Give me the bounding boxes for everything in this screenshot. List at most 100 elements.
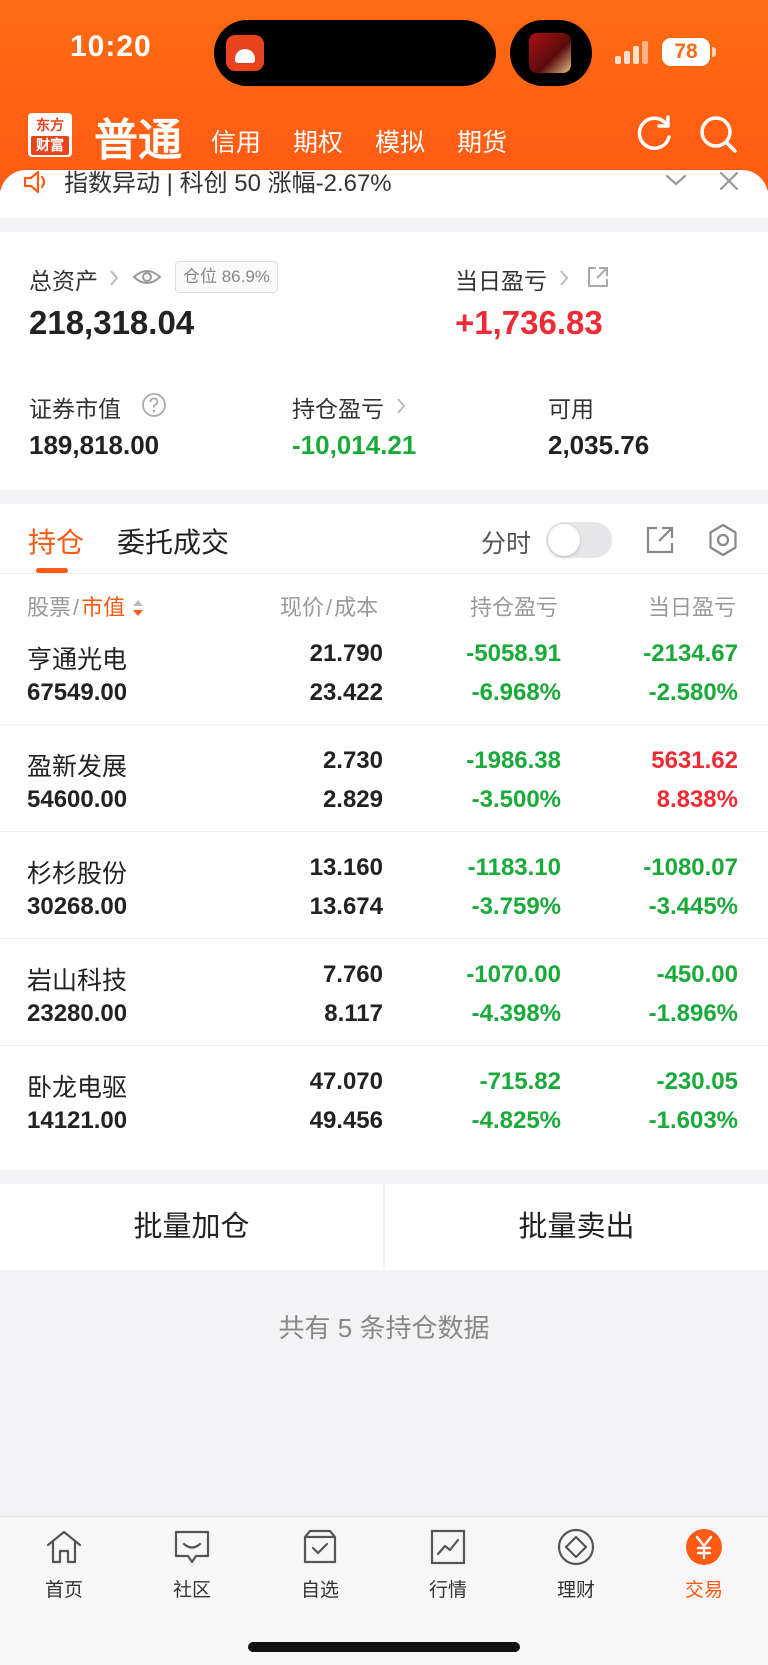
export-icon[interactable] <box>644 524 676 556</box>
chevron-right-icon <box>110 270 119 286</box>
holding-pl-label[interactable]: 持仓盈亏 <box>292 390 384 424</box>
yuan-icon <box>686 1529 722 1565</box>
battery-cap <box>712 47 716 57</box>
holding-pl-pct: -3.500% <box>471 786 561 813</box>
table-row[interactable]: 杉杉股份 30268.00 13.160 13.674 -1183.10 -3.… <box>0 832 768 939</box>
available-value: 2,035.76 <box>548 430 650 460</box>
holdings-table: 股票/市值 现价/成本 持仓盈亏 当日盈亏 亨通光电 67549.00 21.7… <box>0 574 768 1170</box>
dynamic-island <box>214 20 496 86</box>
daily-pl-label[interactable]: 当日盈亏 <box>455 262 547 296</box>
notice-text: 指数异动 | 科创 50 涨幅-2.67% <box>64 170 392 197</box>
stock-market-value: 14121.00 <box>27 1107 128 1134</box>
tab-holdings[interactable]: 持仓 <box>28 521 84 561</box>
gear-icon[interactable] <box>706 523 740 557</box>
battery-level: 78 <box>674 40 698 63</box>
battery-icon: 78 <box>662 38 710 66</box>
stock-price: 2.730 <box>322 747 383 774</box>
holding-pl: -715.82 <box>479 1068 561 1095</box>
nav-market[interactable]: 行情 <box>384 1517 512 1617</box>
daily-pl-pct: -1.603% <box>648 1107 738 1134</box>
signal-icon <box>615 40 655 64</box>
tab-simulation[interactable]: 模拟 <box>375 123 425 159</box>
nav-home[interactable]: 首页 <box>0 1517 128 1617</box>
speaker-icon <box>23 170 46 194</box>
account-summary-card: 总资产 仓位 86.9% 218,318.04 当日盈亏 +1,736.83 证… <box>0 232 768 490</box>
nav-trade[interactable]: 交易 <box>640 1517 768 1617</box>
app-header: 10:20 78 东方 财富 普通 信用 期权 模拟 期货 <box>0 0 768 190</box>
tab-options[interactable]: 期权 <box>293 123 343 159</box>
market-chart-icon <box>430 1529 466 1565</box>
app-logo: 东方 财富 <box>28 113 72 157</box>
stock-cost: 2.829 <box>322 786 383 813</box>
intraday-label: 分时 <box>481 530 532 558</box>
toggle-knob <box>548 524 580 556</box>
daily-pl-pct: 8.838% <box>656 786 738 813</box>
stock-name: 卧龙电驱 <box>27 1074 128 1102</box>
daily-pl-pct: -3.445% <box>648 893 738 920</box>
total-assets-label[interactable]: 总资产 <box>29 262 98 296</box>
home-indicator <box>248 1642 520 1652</box>
watchlist-icon <box>303 1529 337 1564</box>
stock-market-value: 23280.00 <box>27 1000 128 1027</box>
holding-pl-pct: -3.759% <box>471 893 561 920</box>
sort-icon[interactable] <box>131 598 145 618</box>
daily-pl-value: +1,736.83 <box>455 304 603 341</box>
chevron-down-icon[interactable] <box>664 172 688 192</box>
status-time: 10:20 <box>70 30 152 63</box>
stock-market-value: 54600.00 <box>27 786 128 813</box>
daily-pl: -450.00 <box>656 961 738 988</box>
market-value: 189,818.00 <box>29 430 160 460</box>
stock-price: 7.760 <box>322 961 383 988</box>
holding-pl: -1070.00 <box>466 961 561 988</box>
tab-normal[interactable]: 普通 <box>94 104 182 168</box>
daily-pl: -2134.67 <box>643 640 738 667</box>
holding-pl-pct: -4.825% <box>471 1107 561 1134</box>
share-icon[interactable] <box>586 265 610 289</box>
table-row[interactable]: 岩山科技 23280.00 7.760 8.117 -1070.00 -4.39… <box>0 939 768 1046</box>
daily-pl: -230.05 <box>656 1068 738 1095</box>
stock-name: 岩山科技 <box>27 967 128 995</box>
tab-underline <box>36 568 68 573</box>
daily-pl: 5631.62 <box>651 747 738 774</box>
holding-pl-value: -10,014.21 <box>292 430 417 460</box>
help-icon[interactable] <box>141 392 167 418</box>
search-icon[interactable] <box>697 113 739 155</box>
chevron-right-icon <box>397 398 406 414</box>
eye-icon[interactable] <box>132 265 162 289</box>
holding-pl: -5058.91 <box>466 640 561 667</box>
tab-orders[interactable]: 委托成交 <box>117 521 229 561</box>
nav-watchlist[interactable]: 自选 <box>256 1517 384 1617</box>
position-ratio-badge: 仓位 86.9% <box>175 261 278 293</box>
stock-price: 21.790 <box>309 640 383 667</box>
intraday-toggle[interactable] <box>546 522 612 558</box>
nav-wealth[interactable]: 理财 <box>512 1517 640 1617</box>
holding-pl: -1986.38 <box>466 747 561 774</box>
stock-cost: 13.674 <box>309 893 383 920</box>
picture-in-picture[interactable] <box>510 20 592 86</box>
table-row[interactable]: 盈新发展 54600.00 2.730 2.829 -1986.38 -3.50… <box>0 725 768 832</box>
pip-thumbnail <box>529 33 571 73</box>
daily-pl: -1080.07 <box>643 854 738 881</box>
holding-pl: -1183.10 <box>467 854 561 881</box>
nav-community[interactable]: 社区 <box>128 1517 256 1617</box>
stock-price: 47.070 <box>309 1068 383 1095</box>
close-icon[interactable] <box>718 172 740 194</box>
market-notice-bar[interactable]: 指数异动 | 科创 50 涨幅-2.67% <box>0 170 768 218</box>
batch-sell-button[interactable]: 批量卖出 <box>385 1184 768 1270</box>
diamond-icon <box>557 1528 595 1566</box>
home-icon <box>46 1530 82 1564</box>
daily-pl-pct: -1.896% <box>648 1000 738 1027</box>
table-row[interactable]: 亨通光电 67549.00 21.790 23.422 -5058.91 -6.… <box>0 618 768 725</box>
live-activity-app-icon <box>226 35 264 71</box>
stock-name: 亨通光电 <box>27 646 128 674</box>
stock-name: 盈新发展 <box>27 753 128 781</box>
stock-name: 杉杉股份 <box>27 860 128 888</box>
refresh-icon[interactable] <box>634 113 676 155</box>
table-row[interactable]: 卧龙电驱 14121.00 47.070 49.456 -715.82 -4.8… <box>0 1046 768 1153</box>
chat-icon <box>174 1530 210 1564</box>
daily-pl-pct: -2.580% <box>648 679 738 706</box>
holding-pl-pct: -4.398% <box>471 1000 561 1027</box>
batch-add-button[interactable]: 批量加仓 <box>0 1184 383 1270</box>
tab-credit[interactable]: 信用 <box>211 123 261 159</box>
tab-futures[interactable]: 期货 <box>457 123 507 159</box>
